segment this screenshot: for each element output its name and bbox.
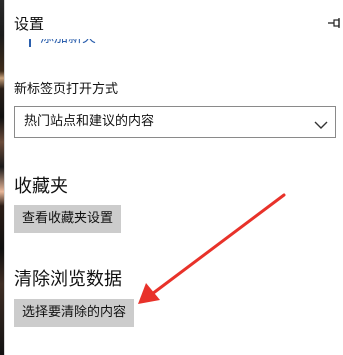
favorites-heading: 收藏夹 — [14, 176, 68, 197]
panel-title: 设置 — [14, 15, 45, 33]
add-favorite-link[interactable]: 添加新夹 — [14, 39, 154, 49]
new-tab-select-value: 热门站点和建议的内容 — [24, 114, 155, 129]
clear-data-heading: 清除浏览数据 — [14, 269, 122, 290]
new-tab-label: 新标签页打开方式 — [14, 82, 119, 97]
settings-panel: 设置 添加新夹 新标签页打开方式 热门站点和建议的内容 收藏夹 查看收藏夹设置 … — [5, 0, 343, 355]
pin-icon[interactable] — [327, 15, 341, 31]
plus-icon — [29, 39, 31, 47]
choose-what-to-clear-button[interactable]: 选择要清除的内容 — [14, 299, 135, 327]
view-favorites-settings-button[interactable]: 查看收藏夹设置 — [14, 205, 122, 233]
add-favorite-link-label: 添加新夹 — [40, 39, 96, 47]
new-tab-select[interactable]: 热门站点和建议的内容 — [14, 106, 336, 138]
chevron-down-icon — [313, 116, 329, 129]
settings-window: 设置 添加新夹 新标签页打开方式 热门站点和建议的内容 收藏夹 查看收藏夹设置 … — [0, 0, 343, 355]
